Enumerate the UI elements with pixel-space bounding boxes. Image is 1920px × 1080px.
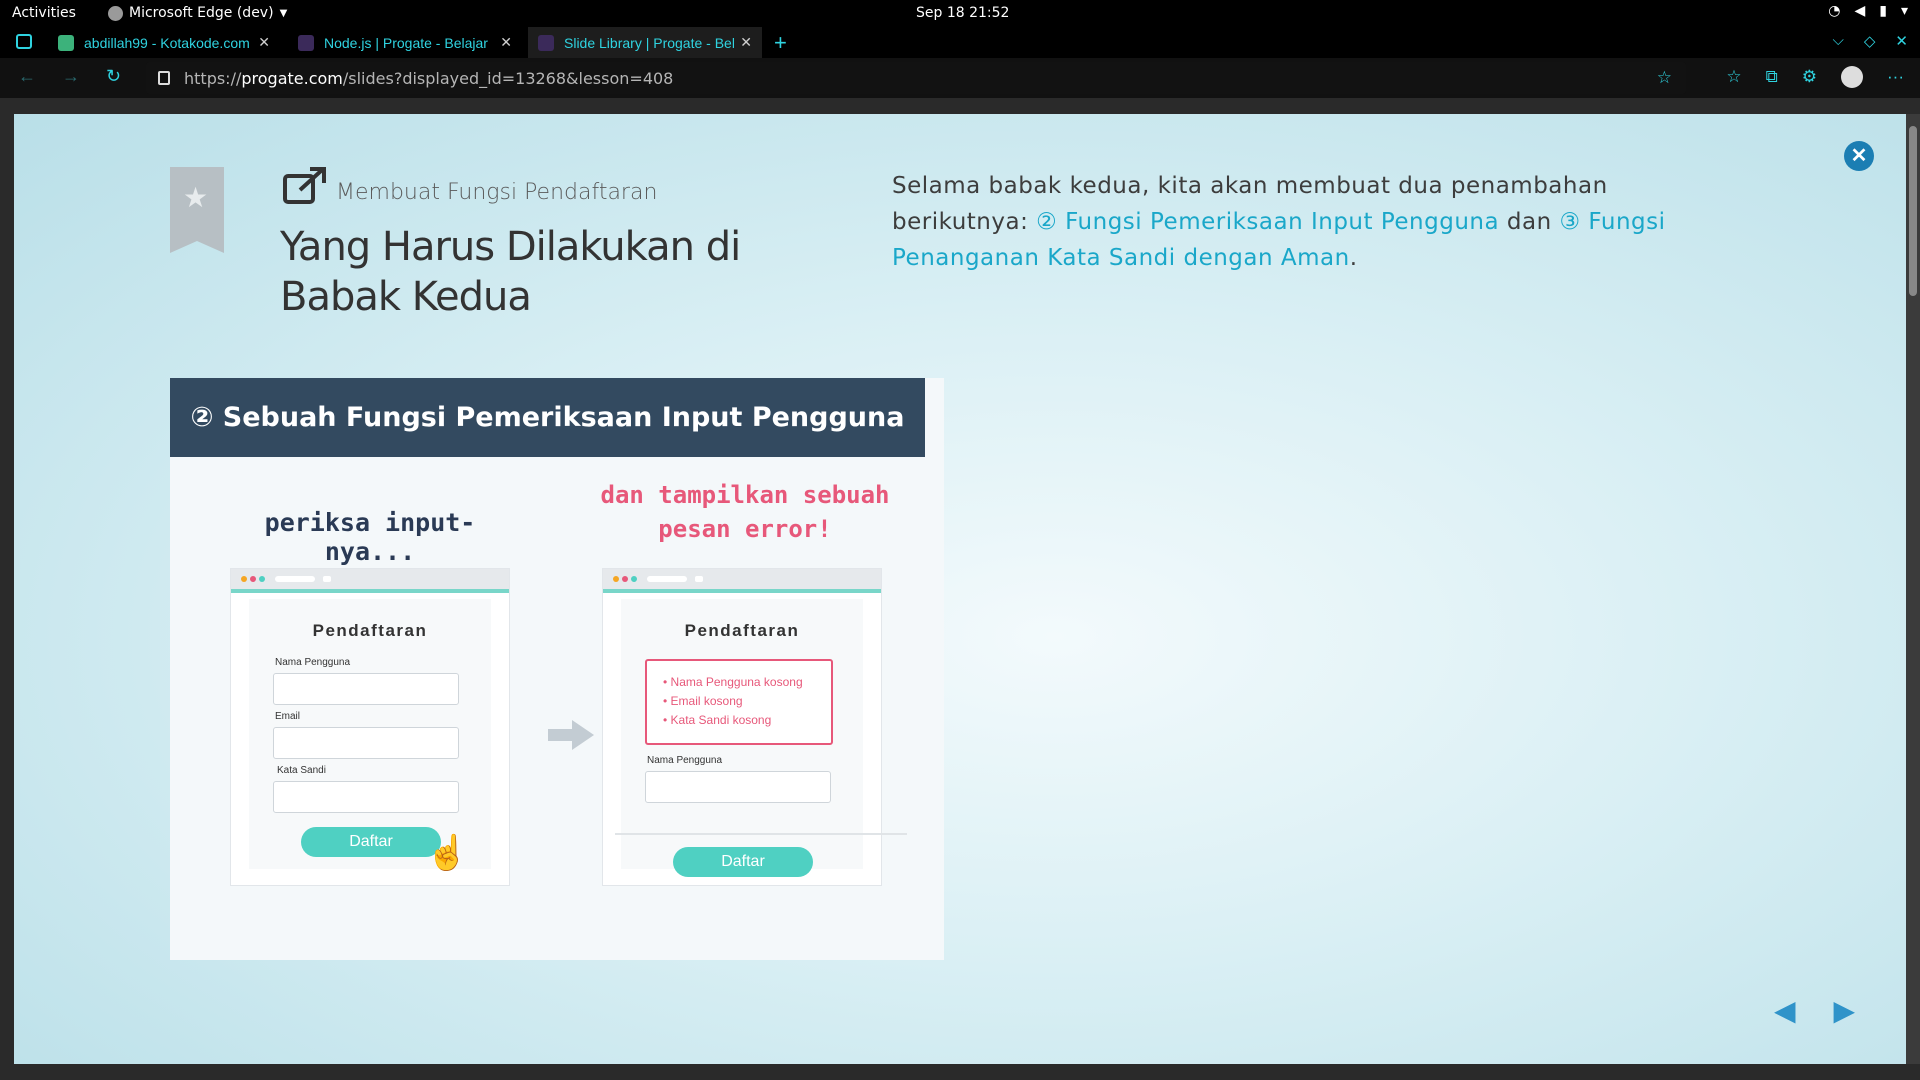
address-bar-row: ← → ↻ https://progate.com/slides?display… <box>0 58 1920 98</box>
add-favorite-icon[interactable]: ☆ <box>1657 68 1672 88</box>
new-tab-icon[interactable]: + <box>774 30 787 56</box>
caret-down-icon: ▼ <box>279 7 288 19</box>
more-menu-icon[interactable]: ··· <box>1887 67 1904 87</box>
username-label: Nama Pengguna <box>275 657 351 668</box>
error-email: • Email kosong <box>663 694 743 708</box>
collections-icon[interactable]: ⧉ <box>1766 67 1778 87</box>
refresh-icon[interactable]: ↻ <box>106 66 121 87</box>
slide-modal: ★ Membuat Fungsi Pendaftaran Yang Harus … <box>14 114 1906 1064</box>
back-icon[interactable]: ← <box>18 66 36 87</box>
close-tab-icon[interactable]: ✕ <box>740 34 752 51</box>
scrollbar-thumb[interactable] <box>1909 126 1917 296</box>
form-title: Pendaftaran <box>684 621 800 640</box>
forward-icon[interactable]: → <box>62 66 80 87</box>
error-password: • Kata Sandi kosong <box>663 713 772 727</box>
tab-title: abdillah99 - Kotakode.com <box>84 34 250 51</box>
lock-icon[interactable] <box>158 71 170 85</box>
app-name: Microsoft Edge (dev) <box>129 5 274 21</box>
activities-button[interactable]: Activities <box>12 5 76 21</box>
page-content: ★ Membuat Fungsi Pendaftaran Yang Harus … <box>0 98 1920 1080</box>
email-label: Email <box>275 711 301 722</box>
tab-bar: abdillah99 - Kotakode.com ✕ Node.js | Pr… <box>0 27 1920 58</box>
tab-actions-icon[interactable] <box>16 34 32 49</box>
window-controls: ⌵ ◇ ✕ <box>1833 32 1909 50</box>
registration-form: Pendaftaran Nama Pengguna Email Kata San… <box>249 599 491 869</box>
bookmark-ribbon[interactable]: ★ <box>170 167 224 253</box>
volume-icon: ◀ <box>1854 3 1866 19</box>
caption-left: periksa input-nya... <box>264 508 476 566</box>
error-username: • Nama Pengguna kosong <box>663 675 803 689</box>
kotakode-favicon-icon <box>58 34 74 51</box>
close-slide-button[interactable]: ✕ <box>1844 141 1874 171</box>
caption-right: dan tampilkan sebuah pesan error! <box>600 481 890 543</box>
app-menu[interactable]: Microsoft Edge (dev) ▼ <box>108 5 287 21</box>
password-field <box>273 781 459 813</box>
minimize-icon[interactable]: ◇ <box>1864 32 1876 50</box>
battery-icon: ▮ <box>1879 3 1887 19</box>
slide-navigation: ◀ ▶ <box>1774 994 1855 1027</box>
progate-favicon-icon <box>538 34 554 51</box>
hand-cursor-icon: ☝ <box>426 834 469 872</box>
username-field <box>645 771 831 803</box>
arrow-right-icon <box>548 720 594 750</box>
error-message-box: • Nama Pengguna kosong • Email kosong • … <box>645 659 833 745</box>
tab-slide-library[interactable]: Slide Library | Progate - Belajar ✕ <box>528 27 762 58</box>
edge-app-icon <box>108 5 123 21</box>
tab-title: Node.js | Progate - Belajar <box>324 34 488 51</box>
clock[interactable]: Sep 18 21:52 <box>916 5 1009 21</box>
slide-title: Yang Harus Dilakukan di Babak Kedua <box>280 224 741 320</box>
close-tab-icon[interactable]: ✕ <box>258 34 270 51</box>
next-slide-icon[interactable]: ▶ <box>1834 994 1856 1027</box>
mock-window-right: Pendaftaran • Nama Pengguna kosong • Ema… <box>602 568 907 886</box>
tab-title: Slide Library | Progate - Belajar <box>564 34 734 51</box>
power-menu-icon: ▾ <box>1900 3 1908 19</box>
prev-slide-icon[interactable]: ◀ <box>1774 994 1796 1027</box>
browser-toolbar: ☆ ⧉ ⚙ ··· <box>1726 66 1904 88</box>
registration-form-with-errors: Pendaftaran • Nama Pengguna kosong • Ema… <box>615 599 907 877</box>
favorites-icon[interactable]: ☆ <box>1726 67 1741 87</box>
username-field <box>273 673 459 705</box>
close-icon: ✕ <box>1850 145 1868 167</box>
profile-avatar[interactable] <box>1841 66 1864 88</box>
form-title: Pendaftaran <box>312 621 428 640</box>
url-field[interactable]: https://progate.com/slides?displayed_id=… <box>146 62 1686 94</box>
tab-search-icon[interactable]: ⌵ <box>1833 32 1844 50</box>
extensions-icon[interactable]: ⚙ <box>1802 67 1817 87</box>
system-top-bar: Activities Microsoft Edge (dev) ▼ Sep 18… <box>0 0 1920 27</box>
wifi-icon: ◔ <box>1828 3 1841 19</box>
system-tray[interactable]: ◔ ◀ ▮ ▾ <box>1828 3 1908 19</box>
daftar-button: Daftar <box>673 847 813 877</box>
username-label: Nama Pengguna <box>647 755 723 766</box>
password-label: Kata Sandi <box>277 765 326 776</box>
external-link-icon <box>283 167 326 204</box>
figure-header: ② Sebuah Fungsi Pemeriksaan Input Penggu… <box>170 378 925 457</box>
slide-description: Selama babak kedua, kita akan membuat du… <box>892 173 1666 271</box>
url-text[interactable]: https://progate.com/slides?displayed_id=… <box>184 69 673 88</box>
close-window-icon[interactable]: ✕ <box>1895 32 1908 50</box>
email-field <box>273 727 459 759</box>
tab-kotakode[interactable]: abdillah99 - Kotakode.com ✕ <box>58 27 280 58</box>
page-scrollbar[interactable] <box>1906 114 1920 1064</box>
tab-nodejs[interactable]: Node.js | Progate - Belajar ✕ <box>298 27 522 58</box>
lesson-subtitle: Membuat Fungsi Pendaftaran <box>336 180 658 205</box>
star-icon: ★ <box>183 182 209 213</box>
progate-favicon-icon <box>298 34 314 51</box>
highlight-input-check: ② Fungsi Pemeriksaan Input Pengguna <box>1036 209 1500 235</box>
slide-figure: ② Sebuah Fungsi Pemeriksaan Input Penggu… <box>170 378 944 960</box>
close-tab-icon[interactable]: ✕ <box>500 34 512 51</box>
daftar-button: Daftar <box>301 827 441 857</box>
